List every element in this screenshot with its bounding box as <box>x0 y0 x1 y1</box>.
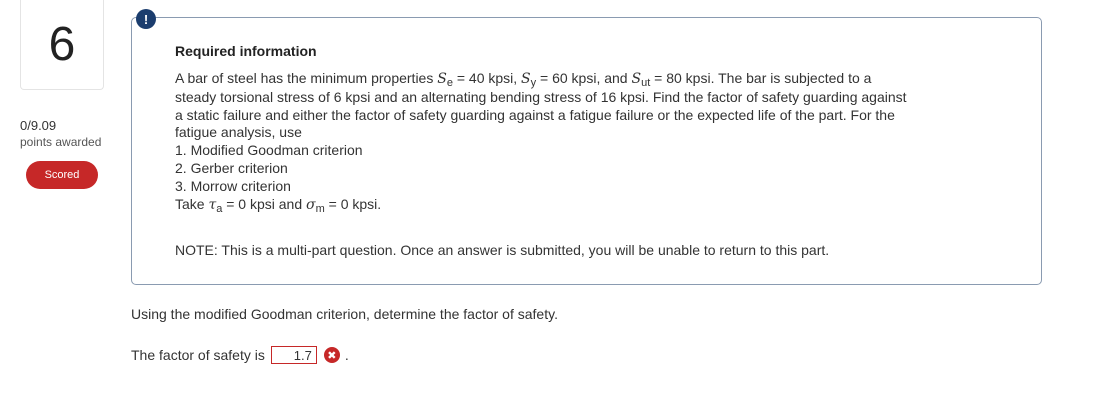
info-heading: Required information <box>175 43 317 59</box>
question-prompt: Using the modified Goodman criterion, de… <box>131 306 558 322</box>
text-fragment: A bar of steel has the minimum propertie… <box>175 70 438 86</box>
sigma-m-subscript: m <box>315 202 325 215</box>
points-awarded-label: points awarded <box>20 135 102 149</box>
text-fragment: = 0 kpsi and <box>222 195 307 212</box>
answer-label: The factor of safety is <box>131 347 265 363</box>
required-information-box: Required information A bar of steel has … <box>131 17 1042 285</box>
criterion-item-3: 3. Morrow criterion <box>175 177 291 194</box>
score-value: 0/9.09 <box>20 118 57 133</box>
text-fragment: Take <box>175 195 209 212</box>
criterion-item-1: 1. Modified Goodman criterion <box>175 142 363 159</box>
text-fragment: = 60 kpsi, and <box>536 70 632 86</box>
problem-statement: A bar of steel has the minimum propertie… <box>175 70 1005 214</box>
answer-period: . <box>344 347 349 363</box>
sut-subscript: ut <box>641 77 651 89</box>
problem-line-1: A bar of steel has the minimum propertie… <box>175 70 1005 89</box>
text-fragment: = 80 kpsi. The bar is subjected to a <box>650 70 872 86</box>
sy-symbol: S <box>521 71 531 87</box>
se-symbol: S <box>437 71 447 87</box>
factor-of-safety-input[interactable] <box>270 346 317 364</box>
criterion-item-2: 2. Gerber criterion <box>175 159 288 176</box>
sigma-m-symbol: σ <box>306 196 316 213</box>
multi-part-note: NOTE: This is a multi-part question. Onc… <box>175 242 830 258</box>
sut-symbol: S <box>631 71 642 87</box>
text-fragment: = 0 kpsi. <box>324 195 382 212</box>
scored-badge: Scored <box>26 161 98 189</box>
incorrect-icon: ✖ <box>323 347 340 363</box>
text-fragment: = 40 kpsi, <box>452 70 522 86</box>
question-number-box: 6 <box>20 0 104 90</box>
answer-row: The factor of safety is ✖ . <box>131 344 349 366</box>
problem-line-4: fatigue analysis, use <box>175 124 302 141</box>
problem-line-3: a static failure and either the factor o… <box>175 106 895 123</box>
question-number: 6 <box>48 17 76 71</box>
alert-icon: ! <box>136 9 156 29</box>
problem-line-2: steady torsional stress of 6 kpsi and an… <box>175 88 907 105</box>
take-line: Take τa = 0 kpsi and σm = 0 kpsi. <box>175 196 1005 215</box>
